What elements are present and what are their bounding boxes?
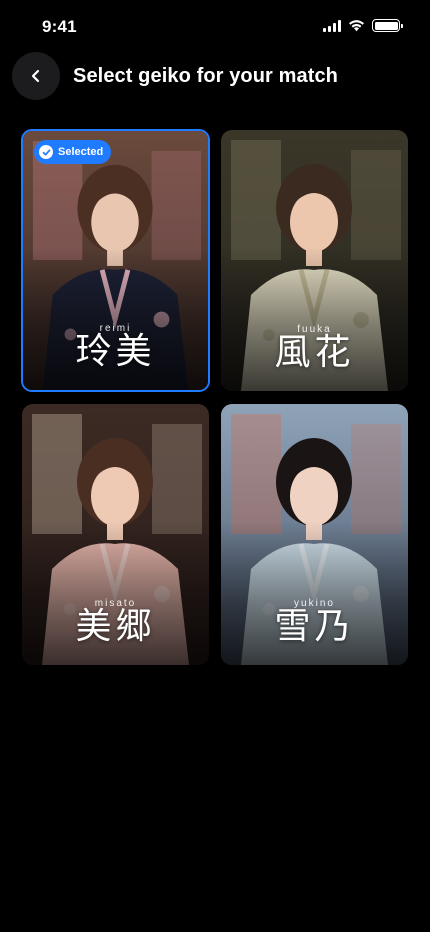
header: Select geiko for your match xyxy=(12,52,418,100)
geiko-card-fuuka[interactable]: fuuka 風花 xyxy=(221,130,408,391)
geiko-card-yukino[interactable]: yukino 雪乃 xyxy=(221,404,408,665)
check-icon xyxy=(39,145,53,159)
selected-badge-label: Selected xyxy=(58,146,104,158)
geiko-kanji-name: 玲美 xyxy=(75,331,156,372)
geiko-kanji-name: 美郷 xyxy=(75,606,156,647)
battery-icon xyxy=(372,19,403,32)
geiko-grid: Selected reimi 玲美 fuuka 風花 misato 美郷 yuk… xyxy=(21,129,408,665)
geiko-kanji-name: 雪乃 xyxy=(274,606,355,647)
geiko-card-reimi[interactable]: Selected reimi 玲美 xyxy=(21,129,210,392)
chevron-left-icon xyxy=(31,69,40,83)
status-bar: 9:41 xyxy=(0,0,430,54)
geiko-card-misato[interactable]: misato 美郷 xyxy=(22,404,209,665)
back-button[interactable] xyxy=(12,52,60,100)
page-title: Select geiko for your match xyxy=(73,64,338,87)
status-icons xyxy=(323,19,403,32)
selected-badge: Selected xyxy=(34,140,112,164)
status-time: 9:41 xyxy=(42,17,77,36)
wifi-icon xyxy=(349,20,364,32)
geiko-kanji-name: 風花 xyxy=(274,332,355,373)
cellular-signal-icon xyxy=(323,19,341,32)
